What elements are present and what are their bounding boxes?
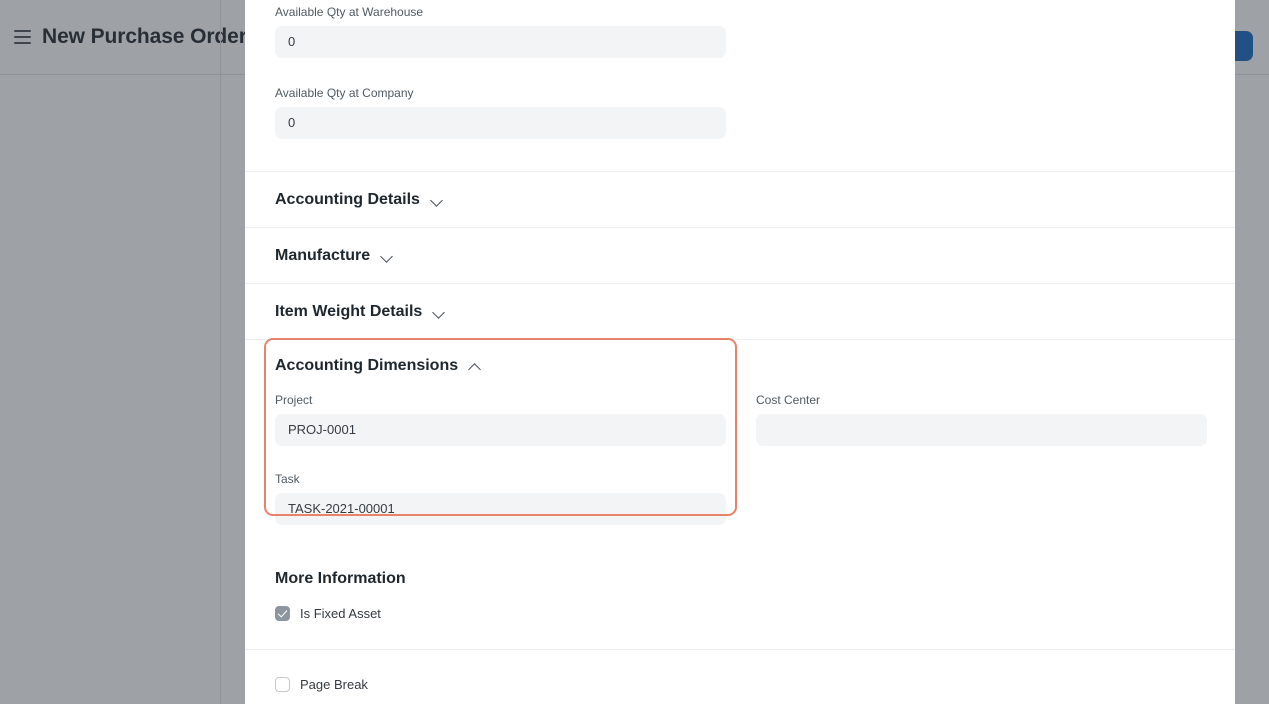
available-qty-company-input[interactable]: 0 xyxy=(275,107,726,139)
field-label: Project xyxy=(275,393,313,407)
chevron-down-icon[interactable] xyxy=(381,251,395,260)
task-input[interactable]: TASK-2021-00001 xyxy=(275,493,726,525)
field-available-qty-company: Available Qty at Company 0 xyxy=(275,58,1205,139)
field-label: Available Qty at Company xyxy=(275,86,414,100)
section-title: Item Weight Details xyxy=(275,302,423,320)
field-project: Project PROJ-0001 xyxy=(275,392,726,446)
section-divider xyxy=(245,649,1235,650)
checkbox-label: Is Fixed Asset xyxy=(300,606,381,621)
accounting-dimensions-fields-row-2: Task TASK-2021-00001 xyxy=(275,471,1205,525)
field-task: Task TASK-2021-00001 xyxy=(275,471,726,525)
dialog-body: Available Qty at Warehouse 0 Available Q… xyxy=(245,0,1235,692)
field-label: Available Qty at Warehouse xyxy=(275,5,424,19)
section-title: Manufacture xyxy=(275,246,371,264)
checkbox-row-page-break[interactable]: Page Break xyxy=(275,677,1205,692)
field-label: Cost Center xyxy=(756,393,821,407)
field-label: Task xyxy=(275,472,300,486)
is-fixed-asset-checkbox[interactable] xyxy=(275,606,290,621)
field-cost-center: Cost Center xyxy=(756,392,1207,446)
accounting-dimensions-fields-row-1: Project PROJ-0001 Cost Center xyxy=(275,392,1207,446)
section-item-weight-details[interactable]: Item Weight Details xyxy=(275,284,1205,339)
more-information-heading: More Information xyxy=(275,570,406,587)
available-qty-warehouse-input[interactable]: 0 xyxy=(275,26,726,58)
checkbox-label: Page Break xyxy=(300,677,368,692)
field-spacer xyxy=(756,471,1205,525)
section-title: Accounting Dimensions xyxy=(275,357,459,374)
chevron-down-icon[interactable] xyxy=(431,195,445,204)
section-title: Accounting Details xyxy=(275,190,420,208)
checkbox-row-is-fixed-asset[interactable]: Is Fixed Asset xyxy=(275,606,1205,621)
page-break-checkbox[interactable] xyxy=(275,677,290,692)
section-accounting-dimensions[interactable]: Accounting Dimensions xyxy=(275,340,1205,392)
section-accounting-details[interactable]: Accounting Details xyxy=(275,172,1205,227)
chevron-up-icon[interactable] xyxy=(469,362,483,371)
section-manufacture[interactable]: Manufacture xyxy=(275,228,1205,283)
project-input[interactable]: PROJ-0001 xyxy=(275,414,726,446)
cost-center-input[interactable] xyxy=(756,414,1207,446)
purchase-order-item-dialog: Available Qty at Warehouse 0 Available Q… xyxy=(245,0,1235,704)
chevron-down-icon[interactable] xyxy=(433,307,447,316)
field-available-qty-warehouse: Available Qty at Warehouse 0 xyxy=(275,0,1205,58)
